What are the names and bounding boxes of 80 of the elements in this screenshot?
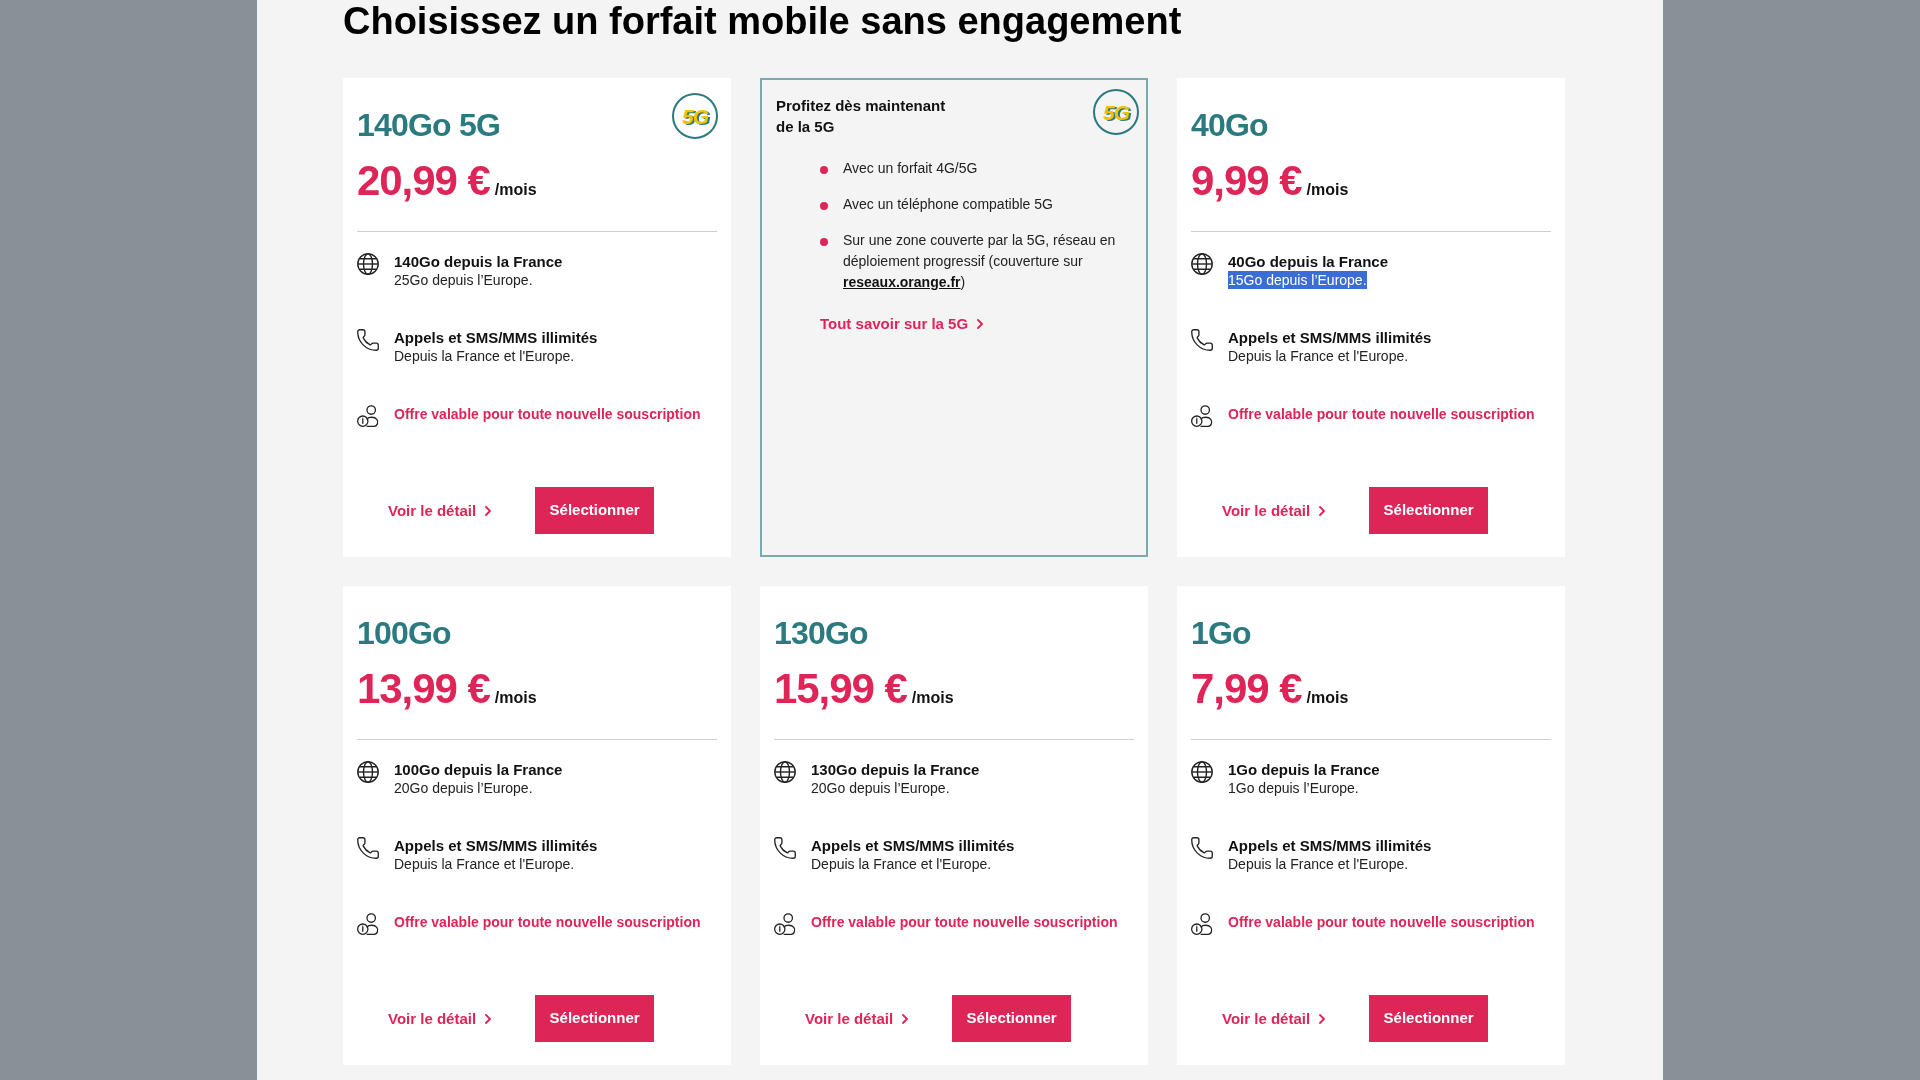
offer-note: Offre valable pour toute nouvelle souscription (1228, 913, 1535, 931)
bullet-text: Avec un forfait 4G/5G (843, 159, 979, 178)
offer-note: Offre valable pour toute nouvelle souscription (394, 913, 701, 931)
phone-icon (357, 329, 379, 351)
select-button[interactable]: Sélectionner (535, 487, 655, 534)
offer-note: Offre valable pour toute nouvelle souscription (1228, 405, 1535, 423)
feature-detail: 15Go depuis l’Europe. (1228, 271, 1367, 289)
price-period: /mois (494, 688, 537, 708)
detail-link[interactable]: Voir le détail (1222, 500, 1326, 521)
feature-detail: Depuis la France et l'Europe. (811, 855, 992, 873)
price-period: /mois (1306, 180, 1349, 200)
offer-note: Offre valable pour toute nouvelle souscription (811, 913, 1118, 931)
phone-icon (1191, 329, 1213, 351)
feature-detail: Depuis la France et l'Europe. (1228, 347, 1409, 365)
select-button[interactable]: Sélectionner (1369, 995, 1489, 1042)
select-button[interactable]: Sélectionner (952, 995, 1072, 1042)
feature-title: 140Go depuis la France (394, 253, 563, 271)
plan-name: 140Go 5G (357, 106, 500, 144)
person-info-icon (357, 913, 379, 935)
price-period: /mois (1306, 688, 1349, 708)
globe-icon (357, 253, 379, 275)
globe-icon (1191, 253, 1213, 275)
price-period: /mois (911, 688, 954, 708)
promo-heading: Profitez dès maintenant de la 5G (776, 96, 947, 137)
plan-price: 13,99 € (357, 665, 490, 713)
feature-title: Appels et SMS/MMS illimités (1228, 329, 1432, 347)
chevron-right-icon (977, 319, 984, 329)
person-info-icon (1191, 913, 1213, 935)
coverage-link[interactable]: reseaux.orange.fr (843, 274, 961, 290)
detail-link[interactable]: Voir le détail (388, 500, 492, 521)
price-period: /mois (494, 180, 537, 200)
bullet-text: Avec un téléphone compatible 5G (843, 195, 1054, 214)
detail-link[interactable]: Voir le détail (388, 1008, 492, 1029)
select-button[interactable]: Sélectionner (1369, 487, 1489, 534)
plan-price: 7,99 € (1191, 665, 1302, 713)
plan-price: 20,99 € (357, 157, 490, 205)
feature-title: 40Go depuis la France (1228, 253, 1389, 271)
feature-title: Appels et SMS/MMS illimités (1228, 837, 1432, 855)
plan-name: 1Go (1191, 614, 1251, 652)
select-button[interactable]: Sélectionner (535, 995, 655, 1042)
chevron-right-icon (902, 1013, 909, 1024)
feature-title: Appels et SMS/MMS illimités (811, 837, 1015, 855)
feature-detail: 20Go depuis l’Europe. (811, 779, 950, 797)
phone-icon (774, 837, 796, 859)
feature-detail: 25Go depuis l’Europe. (394, 271, 533, 289)
chevron-right-icon (1319, 505, 1326, 516)
bullet-text: Sur une zone couverte par la 5G, réseau en déploiement progressif (couverture sur reseaux.orange.fr) (843, 231, 1117, 292)
feature-detail: Depuis la France et l'Europe. (394, 347, 575, 365)
plan-price: 15,99 € (774, 665, 907, 713)
feature-title: Appels et SMS/MMS illimités (394, 837, 598, 855)
5g-badge: 5G (672, 93, 718, 139)
globe-icon (1191, 761, 1213, 783)
detail-link[interactable]: Voir le détail (805, 1008, 909, 1029)
feature-detail: 1Go depuis l’Europe. (1228, 779, 1359, 797)
plan-name: 130Go (774, 614, 868, 652)
offer-note: Offre valable pour toute nouvelle souscription (394, 405, 701, 423)
plan-price: 9,99 € (1191, 157, 1302, 205)
feature-detail: Depuis la France et l'Europe. (1228, 855, 1409, 873)
person-info-icon (1191, 405, 1213, 427)
feature-detail: 20Go depuis l’Europe. (394, 779, 533, 797)
feature-title: 130Go depuis la France (811, 761, 980, 779)
phone-icon (1191, 837, 1213, 859)
globe-icon (774, 761, 796, 783)
phone-icon (357, 837, 379, 859)
more-link[interactable]: Tout savoir sur la 5G (820, 314, 984, 334)
page-title: Choisissez un forfait mobile sans engagement (343, 2, 1183, 40)
feature-title: 1Go depuis la France (1228, 761, 1380, 779)
feature-detail: Depuis la France et l'Europe. (394, 855, 575, 873)
chevron-right-icon (485, 1013, 492, 1024)
5g-badge: 5G (1093, 89, 1139, 135)
plan-name: 40Go (1191, 106, 1268, 144)
person-info-icon (357, 405, 379, 427)
chevron-right-icon (1319, 1013, 1326, 1024)
person-info-icon (774, 913, 796, 935)
globe-icon (357, 761, 379, 783)
feature-title: Appels et SMS/MMS illimités (394, 329, 598, 347)
feature-title: 100Go depuis la France (394, 761, 563, 779)
chevron-right-icon (485, 505, 492, 516)
plan-name: 100Go (357, 614, 451, 652)
detail-link[interactable]: Voir le détail (1222, 1008, 1326, 1029)
